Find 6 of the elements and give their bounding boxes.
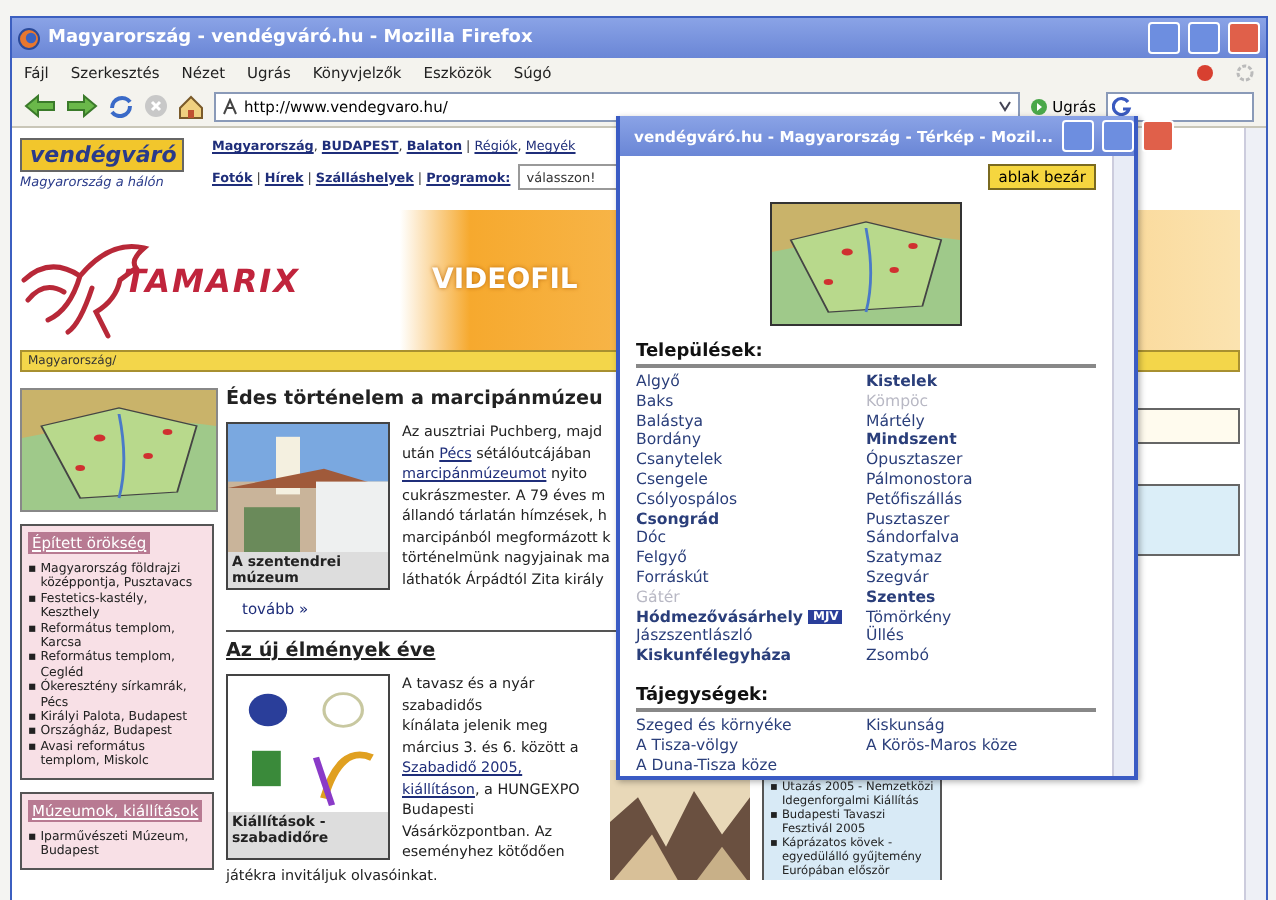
section-heading: Tájegységek: (636, 685, 1096, 712)
article-title: Édes történelem a marcipánmúzeu (226, 388, 603, 410)
window-title: Magyarország - vendégváró.hu - Mozilla Firefox (48, 28, 535, 48)
brand-name: TAMARIX (124, 261, 302, 299)
section-heading: Települések: (636, 342, 1096, 368)
banner-text: VIDEOFIL (432, 264, 578, 296)
